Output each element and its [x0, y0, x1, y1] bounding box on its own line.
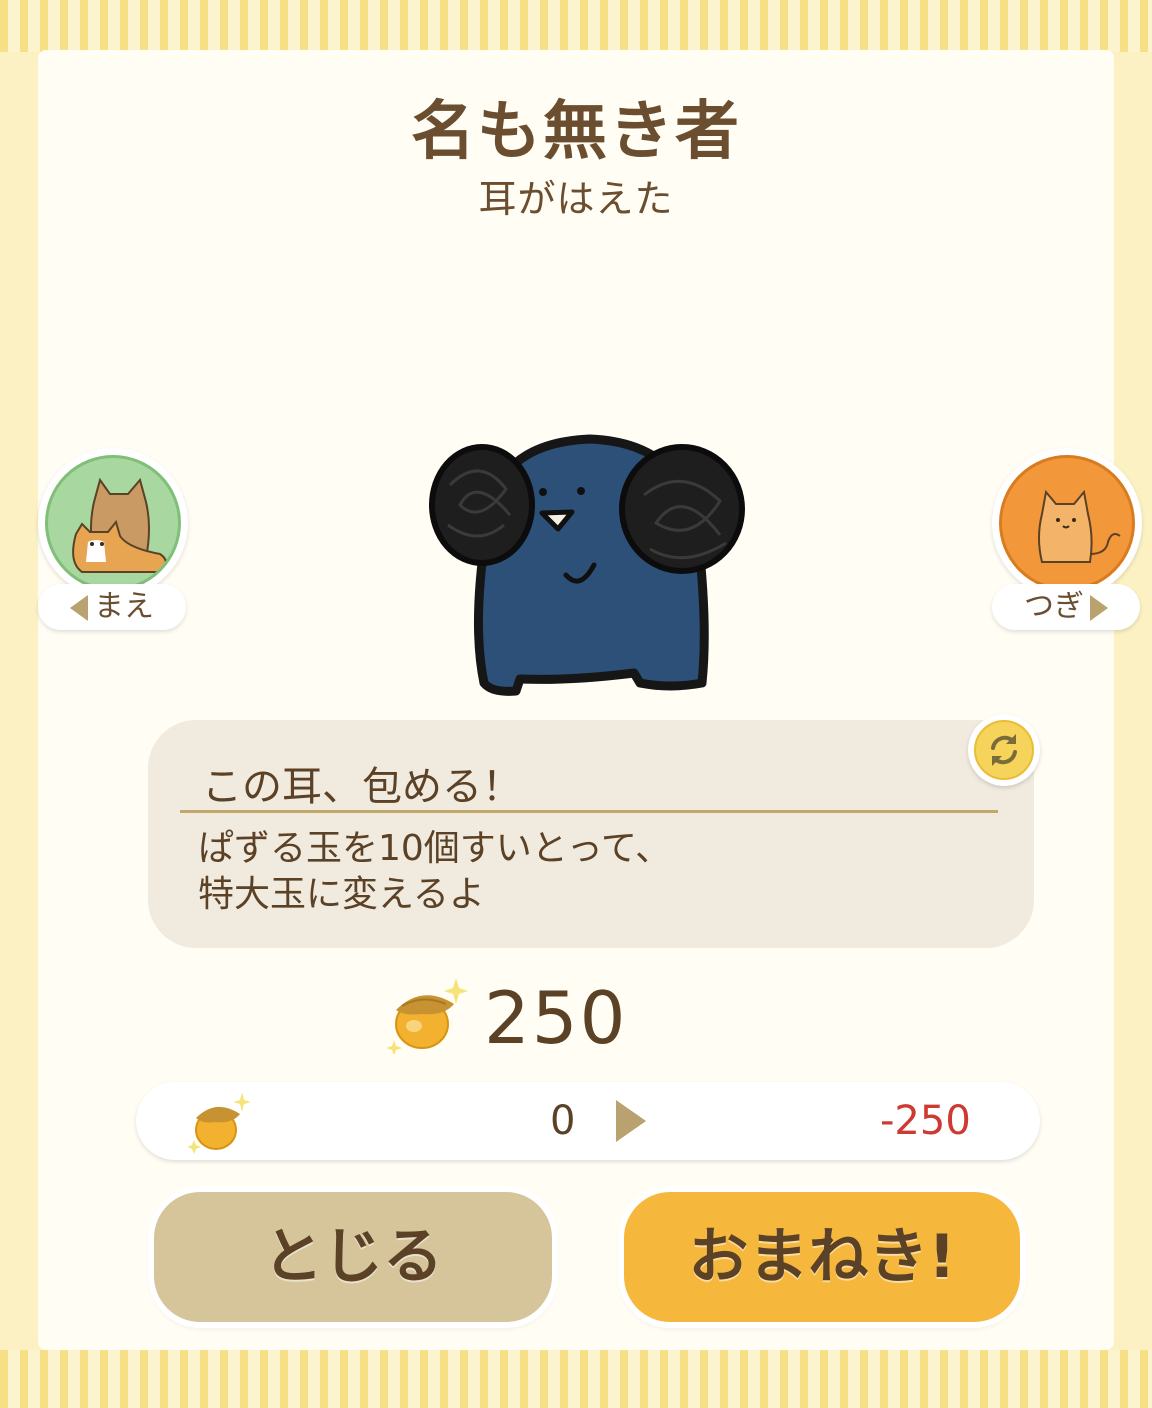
close-button[interactable]: とじる — [154, 1192, 552, 1322]
balance-after: -250 — [880, 1098, 971, 1144]
character-illustration — [429, 434, 745, 696]
prev-button-label: まえ — [38, 584, 186, 630]
divider — [180, 810, 998, 813]
skill-name: この耳、包める！ — [202, 764, 522, 810]
summon-button[interactable]: おまねき! — [624, 1192, 1020, 1322]
refresh-button[interactable] — [968, 714, 1040, 786]
prev-character-icon — [72, 477, 167, 573]
next-character-button[interactable]: つぎ — [992, 448, 1142, 630]
bottom-stripe-border — [0, 1350, 1152, 1408]
price-value: 250 — [484, 976, 628, 1060]
acorn-icon — [386, 978, 468, 1054]
next-character-avatar — [992, 448, 1142, 598]
next-character-icon — [1038, 489, 1121, 563]
acorn-small-icon — [188, 1092, 251, 1154]
skill-description-box: この耳、包める！ ぱずる玉を10個すいとって、 特大玉に変えるよ — [148, 720, 1034, 948]
balance-current: 0 — [550, 1098, 576, 1144]
chevron-right-icon — [1090, 594, 1108, 621]
character-name: 名も無き者 — [411, 95, 741, 169]
top-stripe-border — [0, 0, 1152, 52]
next-button-label: つぎ — [992, 584, 1140, 630]
refresh-icon — [991, 734, 1017, 766]
arrow-right-icon — [616, 1100, 646, 1142]
acorn-balance-bar: 0 -250 — [136, 1082, 1040, 1160]
character-subtitle: 耳がはえた — [478, 177, 674, 221]
chevron-left-icon — [70, 594, 88, 621]
skill-description: ぱずる玉を10個すいとって、 特大玉に変えるよ — [198, 828, 672, 915]
prev-character-button[interactable]: まえ — [38, 448, 188, 630]
prev-character-avatar — [38, 448, 188, 598]
